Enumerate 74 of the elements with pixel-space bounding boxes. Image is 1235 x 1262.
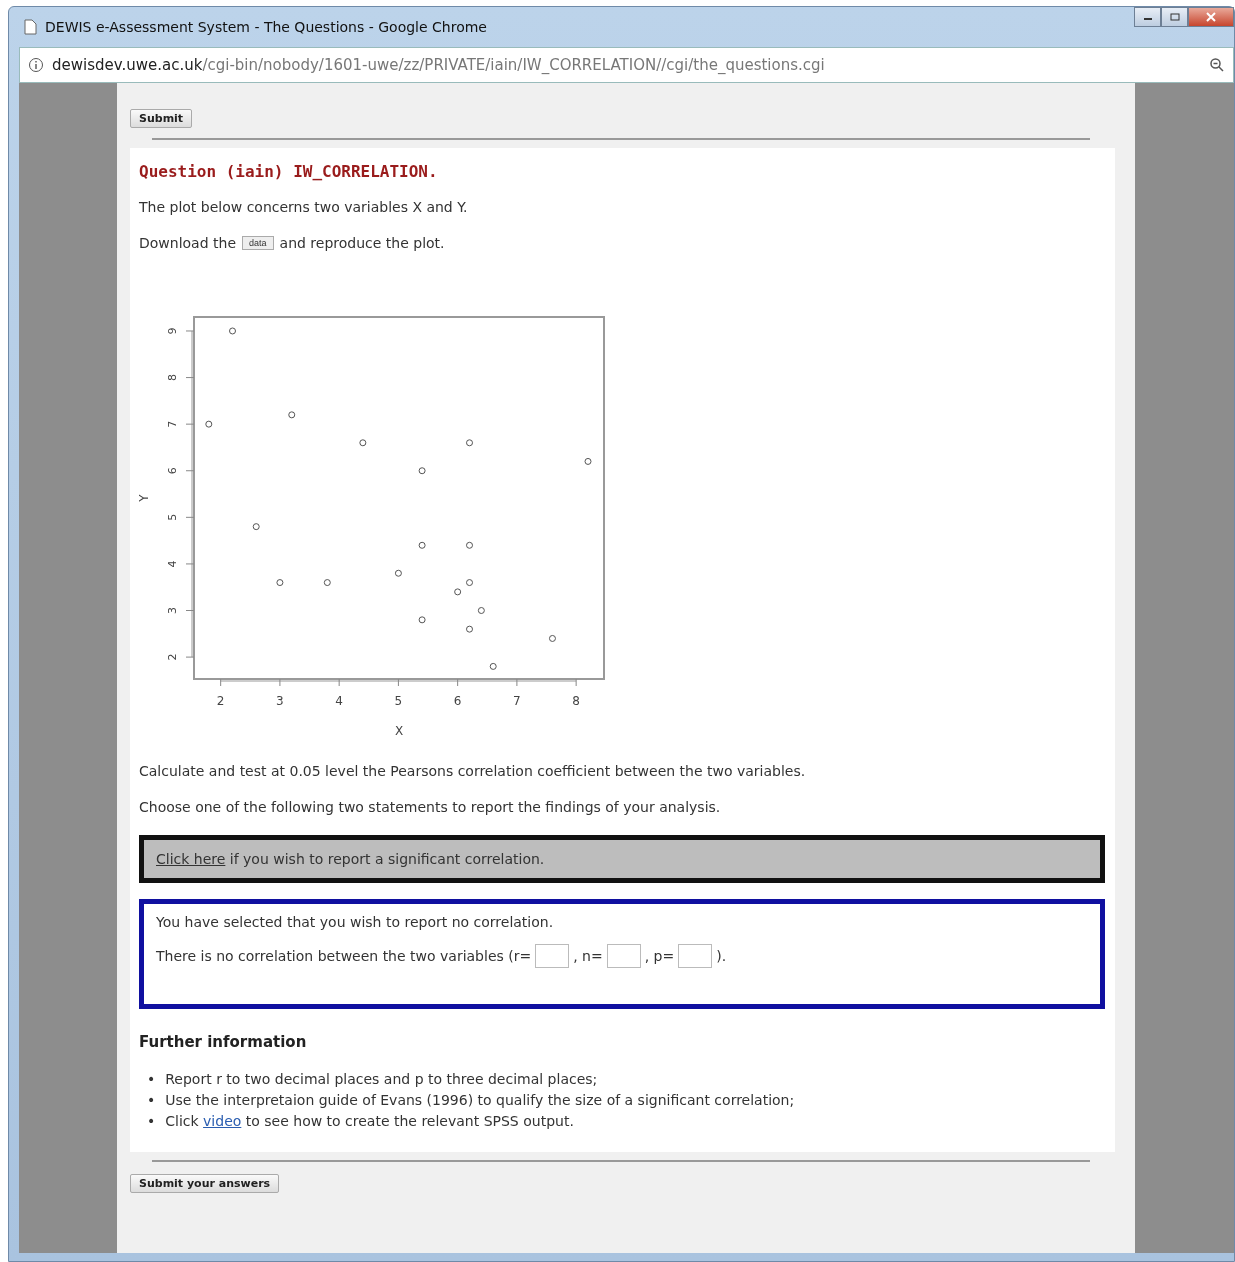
submit-button[interactable]: Submit [130,109,193,128]
x-axis-label: X [394,724,404,738]
y-tick-label: 6 [166,467,179,475]
data-point [394,569,402,577]
info-icon[interactable] [28,57,44,73]
y-tick-label: 4 [166,560,179,568]
answer-field[interactable] [535,944,570,968]
data-point [466,439,473,447]
x-tick-label: 6 [453,694,462,708]
download-text: and reproduce the plot. [279,235,445,251]
data-point [466,579,473,587]
task-text: Calculate and test at 0.05 level the Pearsons correlation coefficient between the two variables. [139,763,807,779]
y-tick-label: 7 [166,420,179,428]
data-point [205,420,213,428]
y-tick-label: 8 [166,374,179,382]
data-point [229,327,236,335]
statement-text: , p= [644,948,675,964]
close-button[interactable] [1188,7,1234,27]
page-icon [23,19,37,35]
x-tick-label: 2 [216,694,225,708]
answer-field[interactable] [678,944,713,968]
data-point [288,411,296,419]
data-point [584,457,592,465]
window-title: DEWIS e-Assessment System - The Questions - Google Chrome [45,19,488,35]
x-tick-label: 7 [513,694,521,708]
data-point [418,541,426,549]
maximize-icon [1169,13,1180,21]
y-tick-label: 9 [166,327,179,335]
data-point [276,579,284,587]
video-link[interactable]: video [203,1113,242,1129]
data-point [252,523,260,531]
data-point [466,625,473,633]
x-tick-label: 8 [572,694,580,708]
data-point [359,439,367,447]
data-point [548,634,556,642]
minimize-button[interactable] [1134,7,1161,27]
download-text: Download the [139,235,236,251]
submit-answers-button[interactable]: Submit your answers [130,1174,280,1193]
zoom-icon[interactable] [1209,57,1225,73]
data-point [466,541,473,549]
info-item: Report r to two decimal places and p to three decimal places; [165,1070,598,1089]
instruction-text: Choose one of the following two statements to report the findings of your analysis. [139,799,722,815]
statement-text: ). [716,948,727,964]
bullet: • [147,1070,156,1089]
x-tick-label: 3 [276,694,284,708]
data-point [477,607,485,614]
option-text: You have selected that you wish to report no correlation. [156,914,554,930]
statement-text: , n= [573,948,603,964]
data-button[interactable]: data [242,236,274,250]
option-text: Click here if you wish to report a significant correlation. [156,851,545,867]
question-title: Question (iain) IW_CORRELATION. [139,162,439,181]
y-tick-label: 3 [166,607,179,614]
answer-field[interactable] [606,944,641,968]
x-tick-label: 4 [335,694,343,708]
statement-text: There is no correlation between the two variables (r= [156,948,532,964]
y-tick-label: 5 [166,513,179,521]
click-here-link[interactable]: Click here [156,851,226,867]
further-heading: Further information [139,1033,308,1051]
option-panel[interactable]: Click here if you wish to report a significant correlation. [139,835,1105,883]
bullet: • [147,1112,156,1131]
y-axis-label: Y [139,494,151,502]
data-point [489,662,497,670]
close-icon [1206,12,1216,22]
y-tick-label: 2 [166,653,179,661]
data-point [418,467,426,475]
data-point [418,616,426,624]
info-item: Use the interpretaion guide of Evans (1996) to qualify the size of a significant correlation; [165,1091,795,1110]
data-point [454,588,462,596]
x-tick-label: 5 [394,694,403,708]
intro-text: The plot below concerns two variables X and Y. [139,199,469,215]
data-point [323,579,331,587]
selected-option-panel[interactable]: You have selected that you wish to report no correlation. There is no correlation between the two variables (r= , n= , p= ). [139,899,1105,1009]
bullet: • [147,1091,156,1110]
info-item: Click video to see how to create the relevant SPSS output. [165,1112,574,1131]
